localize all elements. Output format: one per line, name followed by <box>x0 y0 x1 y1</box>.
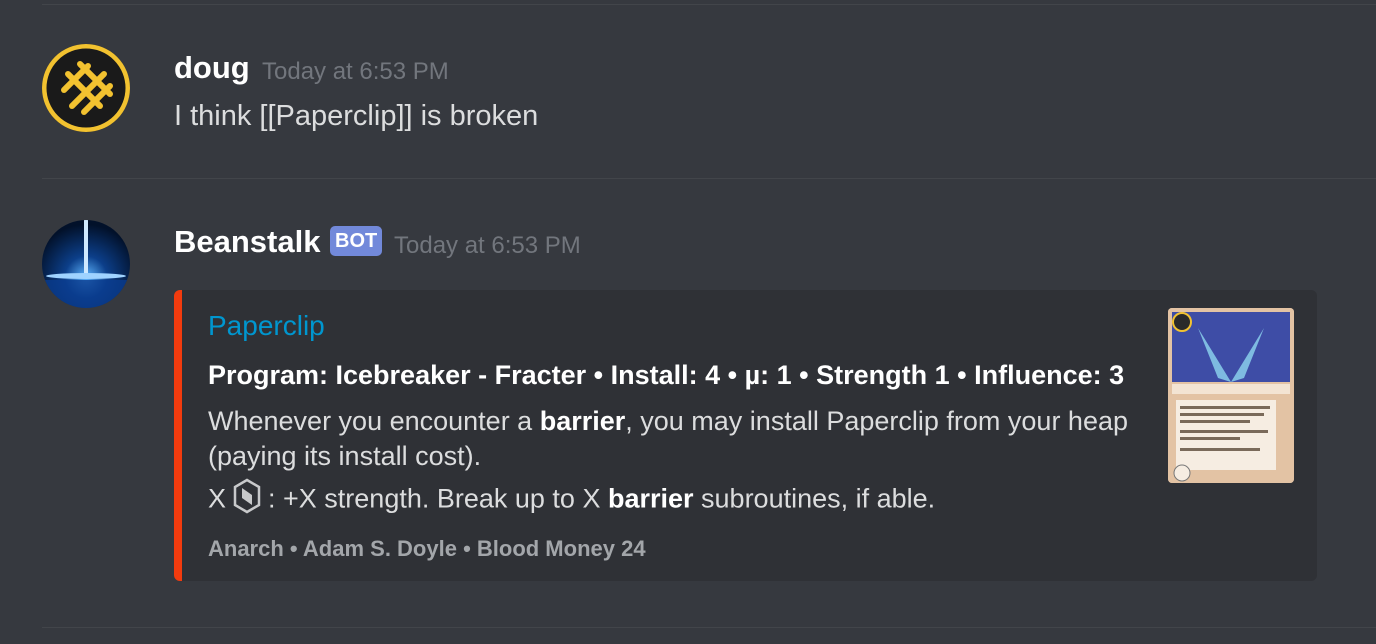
message-text: I think [[Paperclip]] is broken <box>174 100 539 132</box>
credit-icon <box>232 478 262 523</box>
bottom-divider <box>42 627 1376 628</box>
desc-text: : +X strength. Break up to X <box>268 483 608 514</box>
desc-text: subroutines, if able. <box>693 483 936 514</box>
desc-text: Whenever you encounter a <box>208 406 540 436</box>
ability-line-1: Whenever you encounter a barrier, you ma… <box>208 404 1138 474</box>
username[interactable]: Beanstalk <box>174 224 320 260</box>
paperclip-card-art-icon <box>1168 308 1294 483</box>
avatar-doug[interactable] <box>42 44 130 132</box>
anarch-faction-logo-icon <box>42 44 130 132</box>
desc-keyword-barrier: barrier <box>607 483 694 514</box>
card-thumbnail[interactable] <box>1168 308 1294 483</box>
timestamp: Today at 6:53 PM <box>262 58 449 85</box>
beanstalk-space-elevator-icon <box>42 220 130 308</box>
message-divider <box>42 178 1376 179</box>
bot-badge: BOT <box>330 226 383 256</box>
desc-text: X <box>208 483 227 514</box>
embed-footer: Anarch • Adam S. Doyle • Blood Money 24 <box>208 536 646 561</box>
avatar-beanstalk[interactable] <box>42 220 130 308</box>
top-divider <box>42 4 1376 5</box>
embed-card-stats: Program: Icebreaker - Fracter • Install:… <box>208 360 1125 390</box>
timestamp: Today at 6:53 PM <box>394 232 581 259</box>
username[interactable]: doug <box>174 50 250 86</box>
embed-title-link[interactable]: Paperclip <box>208 310 325 342</box>
card-embed: Paperclip Program: Icebreaker - Fracter … <box>174 290 1317 581</box>
embed-description: Whenever you encounter a barrier, you ma… <box>208 404 1138 523</box>
desc-keyword-barrier: barrier <box>539 406 626 436</box>
ability-line-2: X : +X strength. Break up to X barrier su… <box>208 478 1138 523</box>
